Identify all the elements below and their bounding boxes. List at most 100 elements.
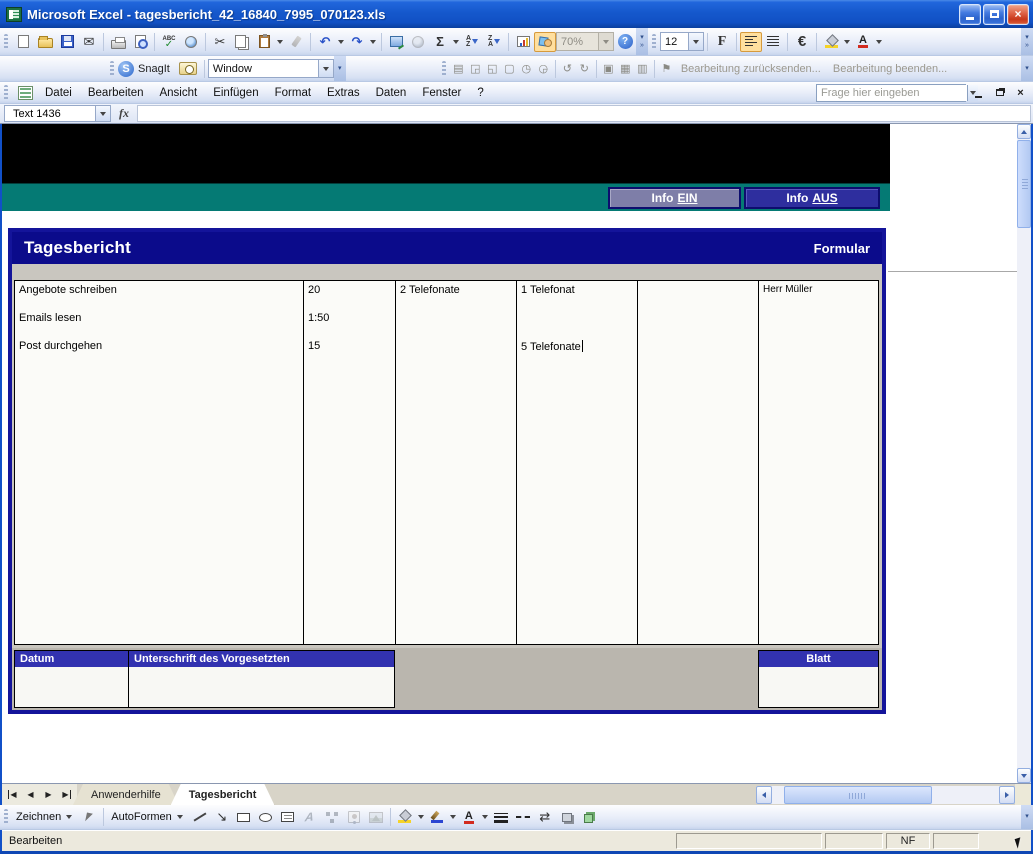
menu-datei[interactable]: Datei xyxy=(37,84,80,102)
cut-icon[interactable]: ✂ xyxy=(209,32,231,52)
select-objects-icon[interactable] xyxy=(78,807,100,827)
toolbar-grip[interactable] xyxy=(4,85,8,101)
vertical-scrollbar[interactable] xyxy=(1017,124,1031,783)
cell[interactable] xyxy=(396,309,516,337)
insert-function-icon[interactable]: fx xyxy=(111,106,137,121)
justify-icon[interactable] xyxy=(762,32,784,52)
toolbar-grip[interactable] xyxy=(4,34,8,50)
unterschrift-cell[interactable] xyxy=(128,667,395,708)
arrow-style-icon[interactable]: ⇄ xyxy=(534,807,556,827)
next-sheet-button[interactable]: ▶ xyxy=(40,786,57,804)
scroll-down-button[interactable] xyxy=(1017,768,1031,783)
menu-hilfe[interactable]: ? xyxy=(469,84,491,102)
zeichnen-menu-button[interactable]: Zeichnen xyxy=(12,809,78,825)
toolbar-grip[interactable] xyxy=(110,61,114,77)
cell[interactable]: 15 xyxy=(304,337,395,365)
cell[interactable]: Angebote schreiben xyxy=(15,281,303,309)
sort-ascending-icon[interactable]: AZ xyxy=(461,32,483,52)
textbox-icon[interactable] xyxy=(277,807,299,827)
shadow-style-icon[interactable] xyxy=(556,807,578,827)
tab-tagesbericht[interactable]: Tagesbericht xyxy=(171,784,275,805)
autoformen-menu-button[interactable]: AutoFormen xyxy=(107,809,189,825)
font-color-icon[interactable]: A xyxy=(852,32,874,52)
align-left-icon[interactable] xyxy=(740,32,762,52)
cell[interactable] xyxy=(759,337,878,365)
workbook-close-button[interactable]: × xyxy=(1012,85,1029,100)
last-sheet-button[interactable]: ▶ xyxy=(58,786,75,804)
snagit-capture-icon[interactable] xyxy=(175,59,201,79)
cell[interactable]: 1:50 xyxy=(304,309,395,337)
threed-style-icon[interactable] xyxy=(578,807,600,827)
cell[interactable] xyxy=(638,309,758,337)
tab-anwenderhilfe[interactable]: Anwenderhilfe xyxy=(73,784,179,805)
workbook-minimize-button[interactable] xyxy=(970,85,987,100)
name-box-dropdown-arrow[interactable] xyxy=(96,105,111,122)
save-icon[interactable] xyxy=(56,32,78,52)
column-person[interactable]: Herr Müller xyxy=(759,281,878,644)
open-icon[interactable] xyxy=(34,32,56,52)
menu-extras[interactable]: Extras xyxy=(319,84,368,102)
first-sheet-button[interactable]: ◀ xyxy=(4,786,21,804)
name-box[interactable]: Text 1436 xyxy=(4,105,96,122)
menu-fenster[interactable]: Fenster xyxy=(414,84,469,102)
datum-header[interactable]: Datum xyxy=(14,650,129,668)
menu-format[interactable]: Format xyxy=(267,84,319,102)
mail-icon[interactable]: ✉ xyxy=(78,32,100,52)
research-icon[interactable] xyxy=(180,32,202,52)
print-preview-icon[interactable] xyxy=(129,32,151,52)
horizontal-scrollbar[interactable] xyxy=(756,786,1015,804)
redo-dropdown-arrow[interactable] xyxy=(370,40,376,44)
scroll-left-button[interactable] xyxy=(756,786,772,804)
cell[interactable]: 1 Telefonat xyxy=(517,281,637,309)
menu-daten[interactable]: Daten xyxy=(368,84,415,102)
info-ein-button[interactable]: InfoEIN xyxy=(608,187,741,209)
blatt-header[interactable]: Blatt xyxy=(758,650,879,668)
toolbar-grip[interactable] xyxy=(4,809,8,825)
toolbar-grip[interactable] xyxy=(442,61,446,77)
cell[interactable] xyxy=(638,337,758,365)
fill-color-dropdown-arrow[interactable] xyxy=(418,815,424,819)
spelling-icon[interactable]: ABC✓ xyxy=(158,32,180,52)
font-color-dropdown-arrow[interactable] xyxy=(876,40,882,44)
question-box[interactable] xyxy=(816,84,966,102)
cell[interactable]: Post durchgehen xyxy=(15,337,303,365)
line-style-icon[interactable] xyxy=(490,807,512,827)
snagit-toolbar-options-button[interactable]: ▾ xyxy=(334,56,346,81)
vertical-scroll-thumb[interactable] xyxy=(1017,140,1031,228)
unterschrift-header[interactable]: Unterschrift des Vorgesetzten xyxy=(128,650,395,668)
fill-color-icon[interactable] xyxy=(394,807,416,827)
cell[interactable] xyxy=(396,337,516,365)
sort-descending-icon[interactable]: ZA xyxy=(483,32,505,52)
info-aus-button[interactable]: InfoAUS xyxy=(744,187,880,209)
formatting-toolbar-options-button[interactable]: ▾» xyxy=(1021,28,1033,55)
font-size-combobox[interactable]: 12 xyxy=(660,32,704,51)
cell[interactable]: Herr Müller xyxy=(759,281,878,309)
menu-einfuegen[interactable]: Einfügen xyxy=(205,84,266,102)
workbook-restore-button[interactable] xyxy=(991,85,1008,100)
oval-icon[interactable] xyxy=(255,807,277,827)
blatt-cell[interactable] xyxy=(758,667,879,708)
cell[interactable]: 2 Telefonate xyxy=(396,281,516,309)
undo-dropdown-arrow[interactable] xyxy=(338,40,344,44)
formula-input[interactable] xyxy=(137,105,1031,122)
cell[interactable] xyxy=(638,281,758,309)
menu-ansicht[interactable]: Ansicht xyxy=(151,84,205,102)
line-icon[interactable] xyxy=(189,807,211,827)
line-color-dropdown-arrow[interactable] xyxy=(450,815,456,819)
new-icon[interactable] xyxy=(12,32,34,52)
bold-icon[interactable]: F xyxy=(711,32,733,52)
cell[interactable]: Emails lesen xyxy=(15,309,303,337)
drawing-toolbar-options-button[interactable]: ▾ xyxy=(1021,805,1033,829)
minimize-button[interactable] xyxy=(959,4,981,25)
toolbar-grip[interactable] xyxy=(652,34,656,50)
cell[interactable]: 20 xyxy=(304,281,395,309)
standard-toolbar-options-button[interactable]: ▾» xyxy=(636,28,648,55)
horizontal-scroll-thumb[interactable] xyxy=(784,786,932,804)
autosum-dropdown-arrow[interactable] xyxy=(453,40,459,44)
copy-icon[interactable] xyxy=(231,32,253,52)
arrow-icon[interactable]: ↘ xyxy=(211,807,233,827)
dash-style-icon[interactable] xyxy=(512,807,534,827)
fill-color-icon[interactable] xyxy=(820,32,842,52)
paste-dropdown-arrow[interactable] xyxy=(277,40,283,44)
scroll-up-button[interactable] xyxy=(1017,124,1031,139)
